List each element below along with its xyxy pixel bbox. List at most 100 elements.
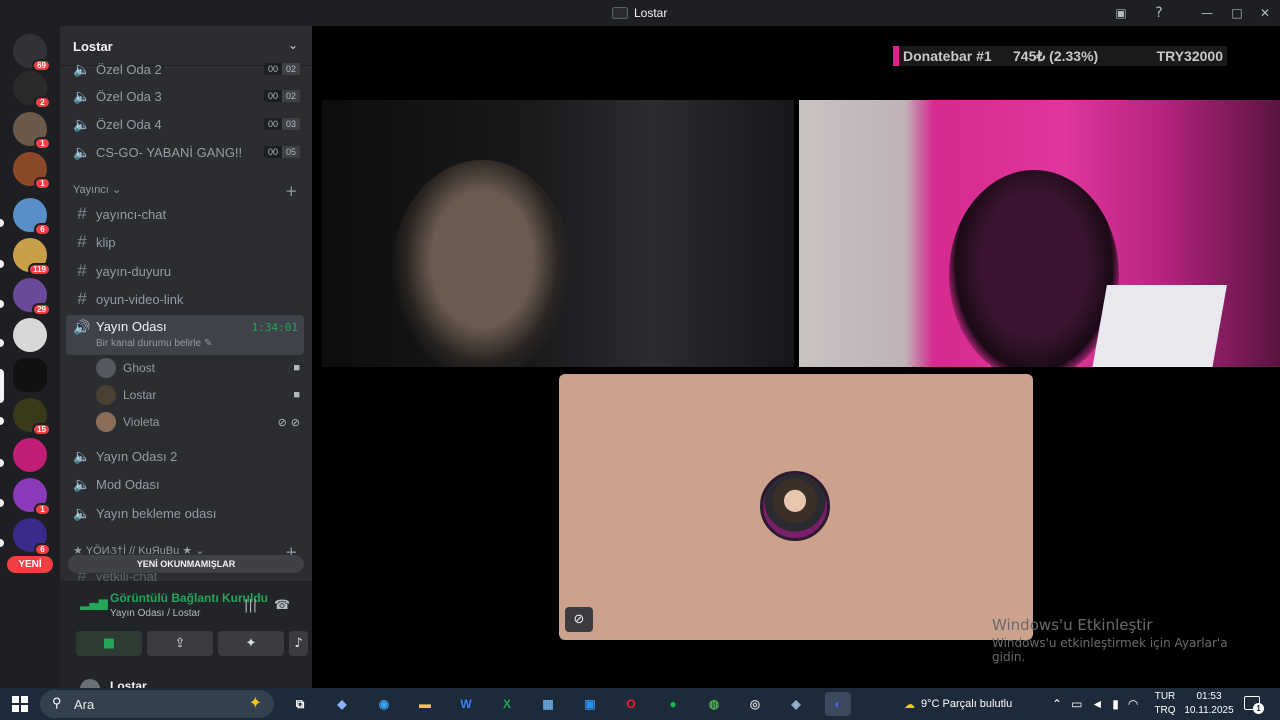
server-icon[interactable] <box>13 318 47 352</box>
voice-channel-mod-odasi[interactable]: 🔈 Mod Odası <box>66 471 304 497</box>
task-view-icon[interactable]: ⧉ <box>287 692 313 716</box>
video-tile-lostar[interactable] <box>799 100 1280 367</box>
server-icon[interactable] <box>13 438 47 472</box>
server-badge: 1 <box>34 503 51 516</box>
taskbar: ⚲ Ara ✦ ⧉ ◆ ◉ ▬ W X ▦ ▣ O ● ◍ ◎ ◈ ◐ ☁ 9°… <box>0 688 1280 720</box>
voice-user-violeta[interactable]: Violeta ⊘ ⊘ <box>96 411 304 433</box>
disconnect-icon[interactable]: ☎ <box>274 598 290 613</box>
notification-icon[interactable]: 1 <box>1244 696 1264 714</box>
discord-taskbar-icon[interactable]: ◐ <box>825 692 851 716</box>
word-icon[interactable]: W <box>453 692 479 716</box>
chevron-up-icon[interactable]: ⌃ <box>1052 697 1062 711</box>
notification-count: 1 <box>1253 703 1264 714</box>
input-language[interactable]: TUR TRQ <box>1152 690 1178 718</box>
video-tile-violeta[interactable]: ⊘ <box>559 374 1033 640</box>
unread-indicator <box>0 260 4 268</box>
unread-indicator <box>0 499 4 507</box>
maximize-button[interactable]: □ <box>1229 5 1245 21</box>
pencil-icon: ✎ <box>203 338 213 349</box>
deafened-icon: ⊘ <box>290 416 300 429</box>
search-icon: ⚲ <box>52 695 62 710</box>
server-icon[interactable]: 6 <box>13 198 51 236</box>
weather-widget[interactable]: ☁ 9°C Parçalı bulutlu <box>904 688 1012 720</box>
server-icon[interactable]: 29 <box>13 278 51 316</box>
text-channel-yayin-duyuru[interactable]: # yayın-duyuru <box>66 258 304 284</box>
add-channel-icon[interactable]: + <box>285 184 298 199</box>
help-icon[interactable]: ? <box>1151 5 1167 21</box>
channel-sidebar: Lostar ⌄ 🔈 Özel Oda 2 00 02 🔈 Özel Oda 3 … <box>60 26 312 688</box>
new-unreads-pill[interactable]: YENİ <box>7 556 53 573</box>
server-icon[interactable]: 1 <box>13 152 51 190</box>
camera-button[interactable]: ■ <box>76 631 142 656</box>
soundboard-button[interactable]: ♪ <box>289 631 308 656</box>
server-icon[interactable]: 6 <box>13 518 51 556</box>
volume-icon[interactable]: ◄ <box>1091 697 1103 711</box>
noise-suppression-icon[interactable]: ||| <box>244 598 257 613</box>
avatar <box>96 358 116 378</box>
server-icon-lostar[interactable] <box>13 358 47 392</box>
video-tile-ghost[interactable] <box>322 100 794 367</box>
clock[interactable]: 01:53 10.11.2025 <box>1182 690 1236 718</box>
start-button[interactable] <box>12 696 28 712</box>
wifi-icon[interactable]: ◠ <box>1128 697 1138 711</box>
chrome-icon[interactable]: ◍ <box>701 692 727 716</box>
avatar[interactable] <box>80 679 100 688</box>
user-limit: 00 03 <box>263 118 300 130</box>
server-icon[interactable]: 1 <box>13 478 51 516</box>
new-unreads-bar[interactable]: YENİ OKUNMAMIŞLAR <box>68 555 304 573</box>
file-explorer-icon[interactable]: ▬ <box>412 692 438 716</box>
screen-share-button[interactable]: ⇪ <box>147 631 213 656</box>
voice-channel-yayin-odasi-2[interactable]: 🔈 Yayın Odası 2 <box>66 443 304 469</box>
calculator-icon[interactable]: ▦ <box>535 692 561 716</box>
server-icon[interactable]: 2 <box>13 71 51 109</box>
minimize-button[interactable]: — <box>1199 5 1215 21</box>
category-yayinci[interactable]: Yayıncı ⌄ <box>73 183 121 196</box>
user-panel: Lostar <box>60 677 312 688</box>
voice-channel-ozel-oda-3[interactable]: 🔈 Özel Oda 3 00 02 <box>66 83 304 109</box>
server-icon[interactable]: 1 <box>13 112 51 150</box>
voice-user-ghost[interactable]: Ghost ■ <box>96 357 304 379</box>
unread-indicator <box>0 219 4 227</box>
app-icon[interactable]: ◈ <box>783 692 809 716</box>
excel-icon[interactable]: X <box>494 692 520 716</box>
voice-channel-cs-go[interactable]: 🔈 CS-GO- YABANİ GANG!! 00 05 <box>66 139 304 165</box>
channel-label: klip <box>96 234 116 250</box>
windows-logo-tile <box>21 696 28 703</box>
opera-icon[interactable]: O <box>618 692 644 716</box>
server-icon[interactable]: 119 <box>13 238 51 276</box>
edge-icon[interactable]: ◉ <box>371 692 397 716</box>
copilot-icon[interactable]: ◆ <box>329 692 355 716</box>
voice-location[interactable]: Yayın Odası / Lostar <box>110 608 200 619</box>
close-button[interactable]: ✕ <box>1257 5 1273 21</box>
speaker-icon: 🔈 <box>73 60 91 77</box>
channel-status[interactable]: Bir kanal durumu belirle ✎ <box>96 338 212 349</box>
guild-name: Lostar <box>73 39 113 54</box>
current-user-name[interactable]: Lostar <box>110 679 147 688</box>
avatar <box>96 385 116 405</box>
voice-channel-ozel-oda-4[interactable]: 🔈 Özel Oda 4 00 03 <box>66 111 304 137</box>
server-badge: 1 <box>34 137 51 150</box>
spotify-icon[interactable]: ● <box>660 692 686 716</box>
laptop-screen <box>1091 285 1227 367</box>
server-icon[interactable]: 15 <box>13 398 51 436</box>
hashtag-icon: # <box>77 261 87 280</box>
steam-icon[interactable]: ◎ <box>742 692 768 716</box>
voice-user-lostar[interactable]: Lostar ■ <box>96 384 304 406</box>
unread-indicator <box>0 300 4 308</box>
inbox-icon[interactable]: ▣ <box>1113 5 1129 21</box>
voice-channel-yayin-bekleme[interactable]: 🔈 Yayın bekleme odası <box>66 500 304 526</box>
chevron-down-icon: ⌄ <box>111 184 122 196</box>
voice-channel-ozel-oda-2[interactable]: 🔈 Özel Oda 2 00 02 <box>66 56 304 82</box>
microphone-icon[interactable]: ▮ <box>1112 697 1119 711</box>
text-channel-yayinci-chat[interactable]: # yayıncı-chat <box>66 201 304 227</box>
user-count: 00 <box>263 118 282 130</box>
unread-indicator <box>0 417 4 425</box>
direct-messages-button[interactable]: 69 <box>13 34 51 72</box>
battery-icon[interactable]: ▭ <box>1071 697 1082 711</box>
activities-button[interactable]: ✦ <box>218 631 284 656</box>
store-icon[interactable]: ▣ <box>577 692 603 716</box>
text-channel-oyun-video-link[interactable]: # oyun-video-link <box>66 286 304 312</box>
text-channel-klip[interactable]: # klip <box>66 229 304 255</box>
voice-channel-yayin-odasi[interactable]: 🔊 Yayın Odası 1:34:01 Bir kanal durumu b… <box>66 315 304 355</box>
taskbar-search[interactable]: ⚲ Ara ✦ <box>40 690 274 718</box>
